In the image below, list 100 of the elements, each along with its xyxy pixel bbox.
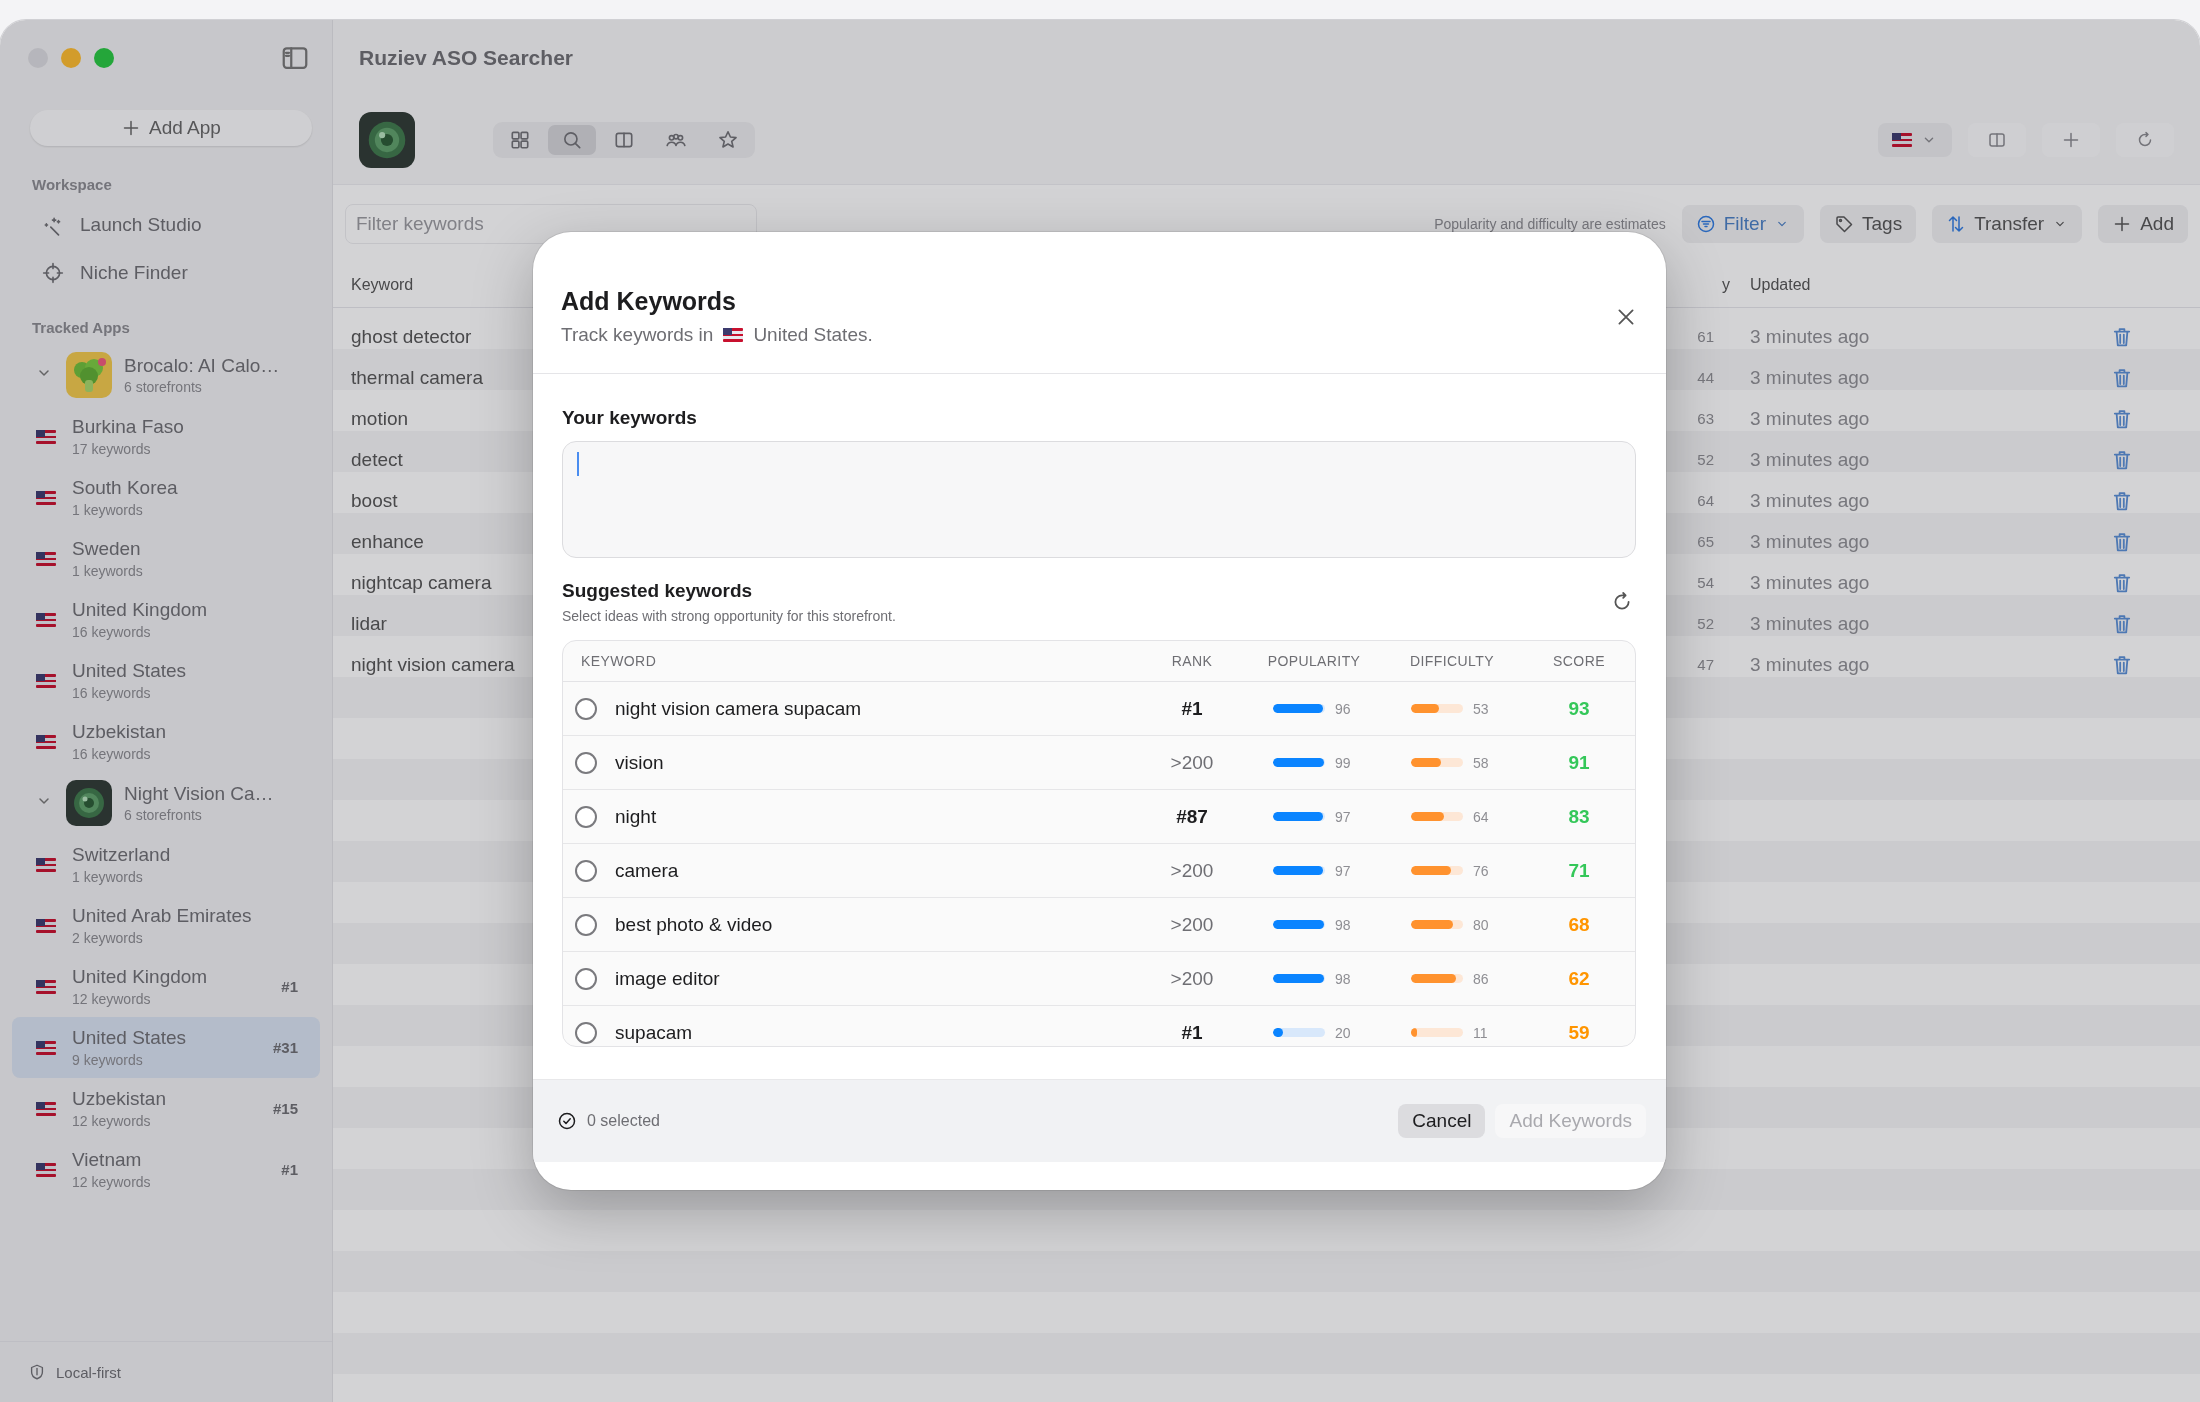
country-name: Switzerland: [72, 844, 172, 866]
add-app-button[interactable]: Add App: [30, 110, 312, 146]
keyword-count: 9 keywords: [72, 1052, 144, 1068]
select-radio[interactable]: [575, 967, 597, 990]
storefront-item[interactable]: South Korea 1 keywords: [12, 467, 320, 528]
rank-label: #1: [281, 978, 298, 995]
view-tab[interactable]: [548, 125, 596, 155]
storefront-item[interactable]: Burkina Faso 17 keywords: [12, 406, 320, 467]
country-name: Burkina Faso: [72, 416, 185, 438]
storefront-picker[interactable]: [1878, 123, 1952, 157]
search-icon: [561, 129, 583, 151]
country-name: United Kingdom: [72, 966, 209, 988]
keyword-cell: best photo & video: [615, 913, 773, 936]
country-name: United States: [72, 1027, 188, 1049]
table-cell-text: 65: [1696, 533, 1715, 550]
select-radio[interactable]: [575, 859, 597, 882]
select-radio[interactable]: [575, 913, 597, 936]
plus-icon: [2061, 130, 2081, 150]
storefront-item[interactable]: Sweden 1 keywords: [12, 528, 320, 589]
dialog-subtitle: Track keywords in: [561, 324, 714, 346]
keyword-count: 1 keywords: [72, 869, 144, 885]
storefront-item[interactable]: Uzbekistan 12 keywords #15: [12, 1078, 320, 1139]
column-header: KEYWORD: [580, 653, 658, 669]
table-cell: 3 minutes ago: [1750, 448, 1870, 470]
table-cell-text: 64: [1696, 492, 1715, 509]
text-cursor: [577, 452, 579, 476]
popularity-bar: [1273, 920, 1325, 929]
table-cell: lidar: [351, 612, 387, 634]
add-button[interactable]: Add: [2098, 205, 2188, 243]
country-name: United Arab Emirates: [72, 905, 253, 927]
rank-cell-text: #1: [1180, 1021, 1204, 1044]
country-name: United States: [72, 660, 188, 682]
column-header: DIFFICULTY: [1409, 653, 1495, 669]
difficulty-value: 11: [1473, 1024, 1489, 1041]
sidebar-item[interactable]: Launch Studio: [0, 201, 332, 249]
column-header: SCORE: [1552, 653, 1606, 669]
storefront-item[interactable]: United Kingdom 12 keywords #1: [12, 956, 320, 1017]
storefront-item[interactable]: United States 16 keywords: [12, 650, 320, 711]
lens-icon: [359, 112, 415, 168]
broccoli-icon: [66, 352, 112, 398]
popularity-value: 98: [1335, 916, 1352, 933]
difficulty-bar: [1411, 1028, 1463, 1037]
app-name[interactable]: Night Vision Ca…: [124, 783, 274, 805]
storefront-item[interactable]: Vietnam 12 keywords #1: [12, 1139, 320, 1200]
difficulty-value: 64: [1473, 808, 1490, 825]
tag-icon: [1834, 214, 1854, 234]
keyword-cell: vision: [615, 751, 664, 774]
transfer-button[interactable]: Transfer: [1932, 205, 2083, 243]
table-cell-text: 47: [1696, 656, 1715, 673]
select-radio[interactable]: [575, 1021, 597, 1044]
column-header: y: [1721, 276, 1731, 294]
table-cell-text: 61: [1696, 328, 1715, 345]
difficulty-bar: [1411, 704, 1463, 713]
score-cell-text: 68: [1567, 913, 1591, 936]
difficulty-bar: [1411, 920, 1463, 929]
select-radio[interactable]: [575, 751, 597, 774]
lens-icon: [66, 780, 112, 826]
table-cell: 3 minutes ago: [1750, 407, 1870, 429]
table-cell-text: 52: [1696, 451, 1715, 468]
keyword-count: 1 keywords: [72, 502, 144, 518]
keywords-input-field[interactable]: [562, 441, 1636, 558]
table-cell: 3 minutes ago: [1750, 489, 1870, 511]
popularity-bar: [1273, 1028, 1325, 1037]
filter-button[interactable]: Filter: [1681, 205, 1804, 243]
popularity-value: 97: [1335, 862, 1352, 879]
keyword-count: 17 keywords: [72, 441, 152, 457]
country-name: United States.: [753, 324, 873, 346]
difficulty-bar: [1411, 974, 1463, 983]
table-cell: nightcap camera: [351, 571, 492, 593]
storefront-item[interactable]: United States 9 keywords #31: [12, 1017, 320, 1078]
star-icon: [717, 129, 739, 151]
score-cell-text: 93: [1567, 697, 1591, 720]
shield-icon: [28, 1363, 46, 1381]
flag-icon: [36, 734, 56, 749]
storefront-count: 6 storefronts: [124, 807, 203, 823]
storefront-item[interactable]: Uzbekistan 16 keywords: [12, 711, 320, 772]
zoom-window-button[interactable]: [94, 48, 114, 68]
table-cell: night vision camera: [351, 653, 515, 675]
table-cell-text: 44: [1696, 369, 1715, 386]
storefront-item[interactable]: United Arab Emirates 2 keywords: [12, 895, 320, 956]
flag-icon: [36, 918, 56, 933]
select-radio[interactable]: [575, 805, 597, 828]
app-name[interactable]: Brocalo: AI Calo…: [124, 355, 280, 377]
popularity-value: 98: [1335, 970, 1352, 987]
table-cell: 3 minutes ago: [1750, 653, 1870, 675]
cancel-button[interactable]: Cancel: [1398, 1104, 1486, 1138]
storefront-item[interactable]: Switzerland 1 keywords: [12, 834, 320, 895]
keyword-count: 12 keywords: [72, 991, 152, 1007]
section-heading: Workspace: [31, 176, 113, 193]
flag-icon: [36, 490, 56, 505]
popularity-bar: [1273, 704, 1325, 713]
section-heading: Tracked Apps: [31, 319, 131, 336]
storefront-item[interactable]: United Kingdom 16 keywords: [12, 589, 320, 650]
table-cell-text: 63: [1696, 410, 1715, 427]
tag-button[interactable]: Tags: [1820, 205, 1917, 243]
score-cell-text: 91: [1567, 751, 1591, 774]
popularity-value: 97: [1335, 808, 1352, 825]
select-radio[interactable]: [575, 697, 597, 720]
table-cell: ghost detector: [351, 325, 472, 347]
sidebar-item[interactable]: Niche Finder: [0, 249, 332, 297]
